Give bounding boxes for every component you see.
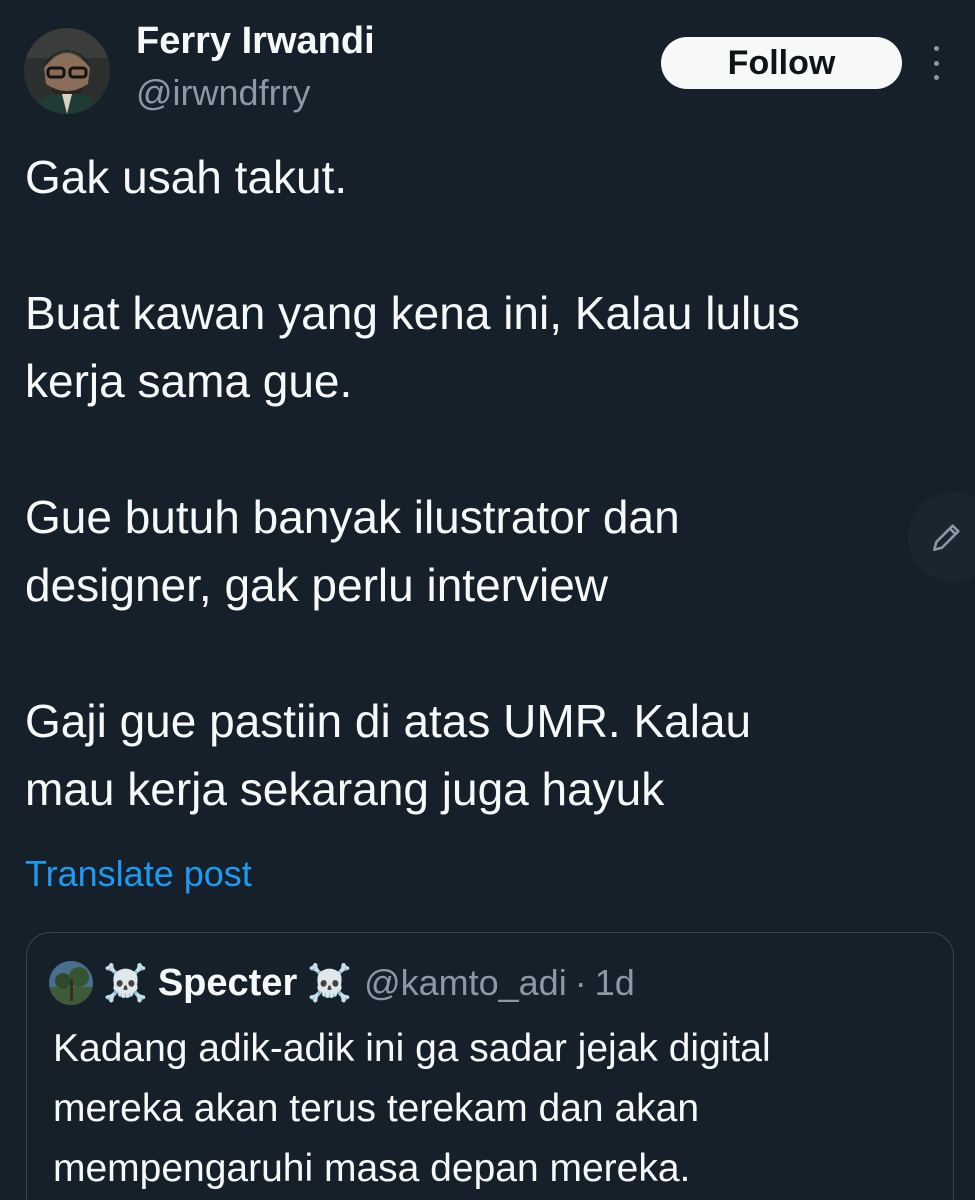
- quoted-author-avatar[interactable]: [49, 961, 93, 1005]
- quoted-post-timestamp[interactable]: 1d: [595, 962, 635, 1004]
- quoted-post-header: ☠️ Specter ☠️ @kamto_adi · 1d: [49, 955, 635, 1011]
- quoted-author-handle: @kamto_adi: [364, 962, 567, 1003]
- post-paragraph: Gue butuh banyak ilustrator dan designer…: [25, 483, 955, 619]
- quoted-author-display-name: Specter: [157, 961, 298, 1004]
- skull-emoji: ☠️: [307, 962, 353, 1003]
- author-avatar[interactable]: [24, 28, 110, 114]
- author-handle[interactable]: @irwndfrry: [136, 72, 311, 114]
- skull-emoji: ☠️: [103, 962, 148, 1003]
- post-line: mau kerja sekarang juga hayuk: [25, 763, 665, 815]
- post-text: Gak usah takut. Buat kawan yang kena ini…: [25, 143, 955, 823]
- post-paragraph: Gak usah takut.: [25, 143, 955, 211]
- post-paragraph: Buat kawan yang kena ini, Kalau lulus ke…: [25, 279, 955, 415]
- post-line: Gaji gue pastiin di atas UMR. Kalau: [25, 695, 752, 747]
- post-line: kerja sama gue.: [25, 355, 353, 407]
- post-line: designer, gak perlu interview: [25, 559, 608, 611]
- post-line: Buat kawan yang kena ini, Kalau lulus: [25, 287, 800, 339]
- more-vertical-icon[interactable]: [926, 46, 946, 80]
- quoted-post-text: Kadang adik-adik ini ga sadar jejak digi…: [53, 1019, 933, 1199]
- translate-post-link[interactable]: Translate post: [25, 853, 252, 895]
- dot-separator: ·: [574, 962, 587, 1003]
- post-line: Gak usah takut.: [25, 151, 348, 203]
- pencil-icon: [932, 524, 960, 552]
- author-display-name[interactable]: Ferry Irwandi: [136, 20, 375, 63]
- quoted-post-line: mereka akan terus terekam dan akan: [53, 1087, 700, 1130]
- post-paragraph: Gaji gue pastiin di atas UMR. Kalau mau …: [25, 687, 955, 823]
- follow-button[interactable]: Follow: [661, 37, 902, 89]
- author-avatar-image: [24, 28, 110, 114]
- quoted-post-card[interactable]: ☠️ Specter ☠️ @kamto_adi · 1d Kadang adi…: [26, 932, 954, 1200]
- quoted-post-line: Kadang adik-adik ini ga sadar jejak digi…: [53, 1027, 771, 1070]
- quoted-author-avatar-image: [49, 961, 93, 1005]
- quoted-post-line: mempengaruhi masa depan mereka.: [53, 1147, 691, 1190]
- post-line: Gue butuh banyak ilustrator dan: [25, 491, 680, 543]
